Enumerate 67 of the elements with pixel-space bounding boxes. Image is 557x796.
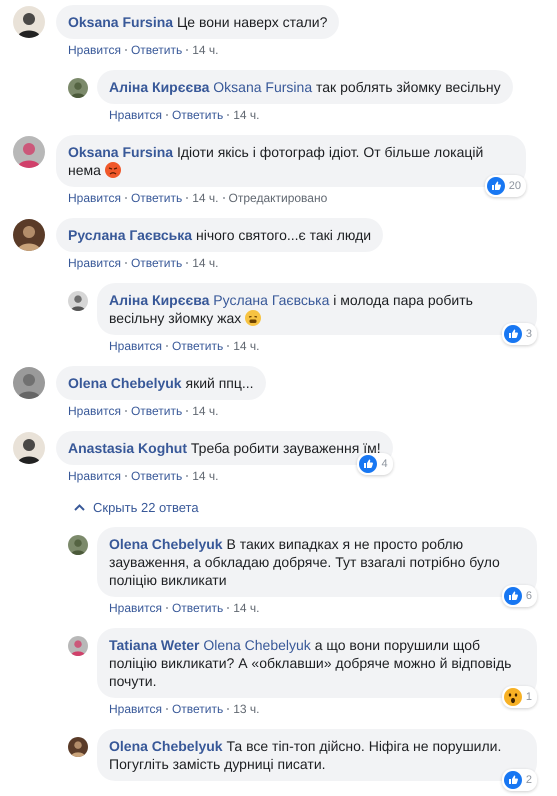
action-link[interactable]: Нравится [68,403,121,419]
action-link[interactable]: Нравится [109,701,162,717]
hide-replies-link[interactable]: Скрыть 22 ответа [74,500,545,515]
reaction-count: 6 [526,590,532,602]
action-link[interactable]: Нравится [109,600,162,616]
action-link[interactable]: Нравится [68,42,121,58]
action-link[interactable]: Нравится [109,338,162,354]
author-link[interactable]: Oksana Fursina [68,144,174,160]
author-link[interactable]: Аліна Кирєєва [109,292,210,308]
action-link[interactable]: Нравится [68,468,121,484]
caret-icon [74,504,85,511]
action-link[interactable]: Ответить [130,42,182,58]
author-link[interactable]: Olena Chebelyuk [109,536,223,552]
timestamp-link[interactable]: 14 ч. [233,338,260,354]
action-link[interactable]: Нравится [68,255,121,271]
avatar [13,432,45,464]
mention-link[interactable]: Oksana Fursina [213,79,312,95]
reaction-count: 2 [526,774,532,786]
timestamp-link[interactable]: 14 ч. [192,255,219,271]
timestamp-link[interactable]: 14 ч. [192,42,219,58]
action-link[interactable]: Ответить [172,338,224,354]
author-link[interactable]: Anastasia Koghut [68,440,188,456]
author-link[interactable]: Oksana Fursina [68,14,174,30]
action-link[interactable]: Ответить [172,701,224,717]
timestamp-link[interactable]: 13 ч. [233,701,260,717]
action-link[interactable]: Ответить [130,403,182,419]
timestamp-link[interactable]: 14 ч. [192,190,219,206]
comment-text: Аліна Кирєєва Oksana Fursina так роблять зйомку весільну [109,78,501,96]
comment-text: Olena Chebelyuk Та все тіп-топ дійсно. Ніфіга не порушили. Погугліть замість дурниці писати. [109,737,502,773]
reaction-count: 4 [381,458,388,470]
timestamp-link[interactable]: 14 ч. [233,600,260,616]
comment-text: Oksana Fursina Ідіоти якісь і фотограф ідіот. От більше локацій нема [68,143,484,179]
action-link[interactable]: Ответить [130,468,182,484]
mention-link[interactable]: Olena Chebelyuk [203,637,311,653]
avatar [13,136,45,168]
avatar [68,737,88,757]
avatar [68,291,88,311]
action-link[interactable]: Ответить [172,107,224,123]
comment-text: Olena Chebelyuk В таких випадках я не просто роблю зауваження, а обкладаю добряче. Тут взагалі потрібно було поліцію викликати [109,535,501,589]
action-link[interactable]: Ответить [130,255,182,271]
comment-text: Руслана Гаєвська нічого святого...є такі люди [68,226,372,244]
author-link[interactable]: Olena Chebelyuk [68,375,182,391]
comment-text: Oksana Fursina Це вони наверх стали? [68,13,328,31]
avatar [13,219,45,251]
avatar [68,78,88,98]
timestamp-link[interactable]: 14 ч. [192,468,219,484]
author-link[interactable]: Olena Chebelyuk [109,738,223,754]
comment-text: Аліна Кирєєва Руслана Гаєвська і молода пара робить весільну зйомку жах [109,291,474,327]
timestamp-link[interactable]: 14 ч. [233,107,260,123]
avatar [13,6,45,38]
timestamp-link[interactable]: 14 ч. [192,403,219,419]
avatar [13,367,45,399]
author-link[interactable]: Аліна Кирєєва [109,79,210,95]
avatar [68,636,88,656]
reaction-count: 20 [508,180,521,192]
mention-link[interactable]: Руслана Гаєвська [213,292,330,308]
action-link[interactable]: Ответить [130,190,182,206]
comment-text: Olena Chebelyuk який ппц... [68,374,254,392]
author-link[interactable]: Руслана Гаєвська [68,227,192,243]
reaction-count: 3 [526,328,532,340]
reaction-count: 1 [526,691,532,703]
author-link[interactable]: Tatiana Weter [109,637,200,653]
action-link[interactable]: Нравится [109,107,162,123]
edited-label[interactable]: Отредактировано [228,190,328,206]
action-link[interactable]: Нравится [68,190,121,206]
action-link[interactable]: Ответить [172,600,224,616]
avatar [68,535,88,555]
